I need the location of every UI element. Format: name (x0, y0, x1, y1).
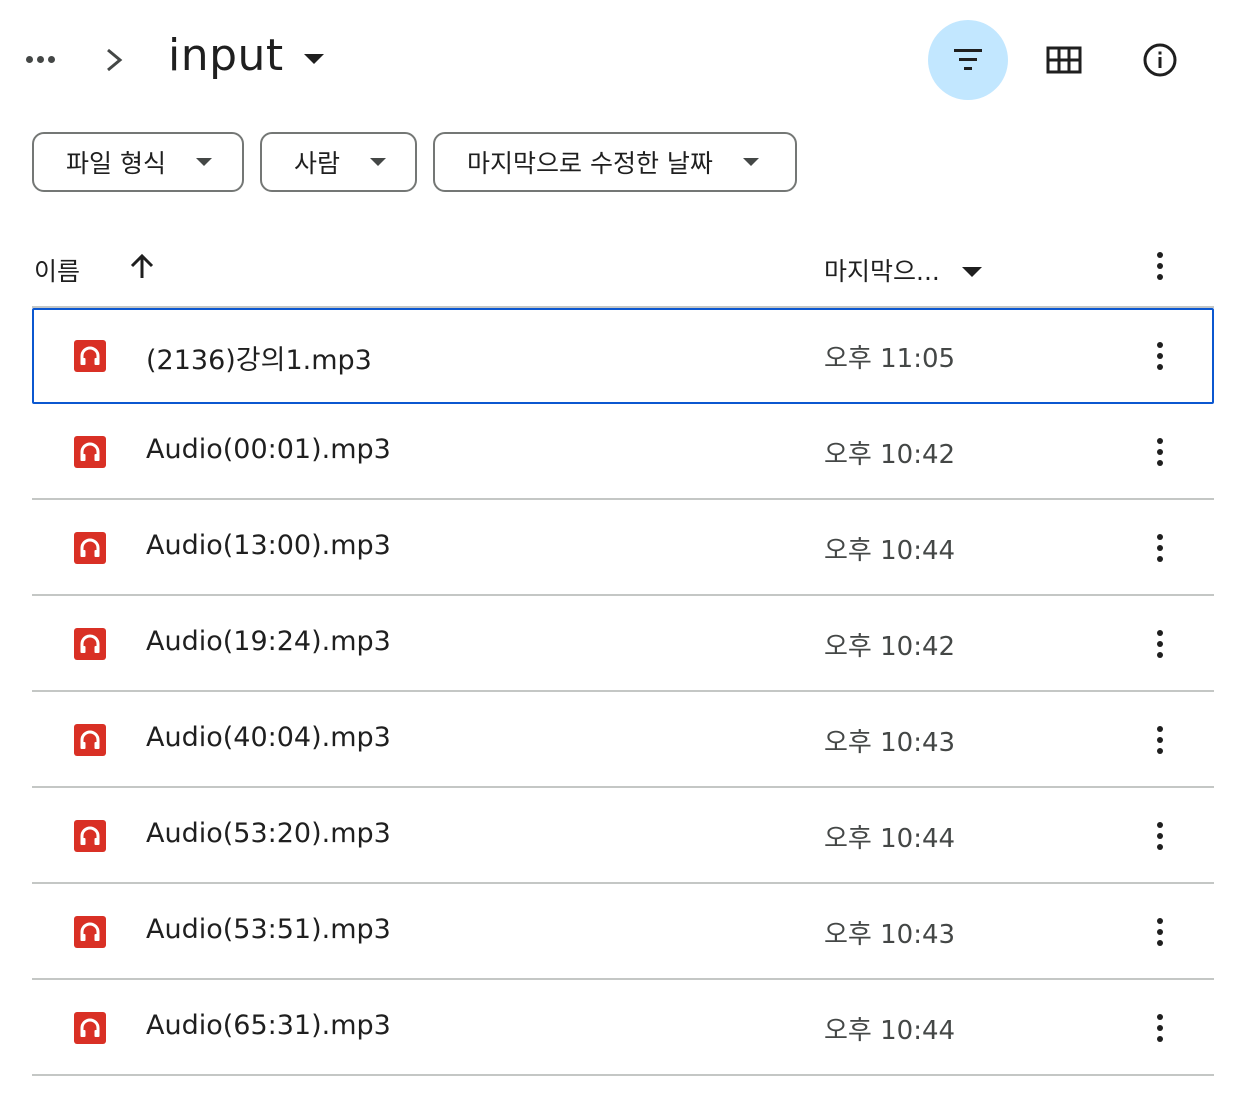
filter-button[interactable] (928, 20, 1008, 100)
audio-file-icon (74, 628, 106, 660)
file-row[interactable]: Audio(53:51).mp3 오후 10:43 (32, 884, 1214, 980)
grid-view-icon (1046, 46, 1082, 74)
more-horiz-icon[interactable] (26, 56, 55, 63)
file-row[interactable]: Audio(13:00).mp3 오후 10:44 (32, 500, 1214, 596)
audio-file-icon (74, 436, 106, 468)
file-row[interactable]: Audio(65:31).mp3 오후 10:44 (32, 980, 1214, 1076)
chevron-right-icon (107, 48, 123, 72)
people-filter-chip[interactable]: 사람 (260, 132, 417, 192)
file-modified-time: 오후 10:44 (824, 1016, 956, 1046)
file-name: Audio(40:04).mp3 (146, 722, 391, 753)
file-row[interactable]: Audio(40:04).mp3 오후 10:43 (32, 692, 1214, 788)
people-filter-label: 사람 (294, 149, 341, 178)
filter-list-icon (954, 49, 982, 70)
file-name: Audio(00:01).mp3 (146, 434, 391, 465)
caret-down-icon (195, 158, 212, 166)
file-name: (2136)강의1.mp3 (146, 345, 372, 376)
folder-title: input (168, 30, 284, 81)
arrow-upward-icon[interactable] (128, 250, 156, 282)
more-vert-icon[interactable] (1140, 528, 1180, 568)
file-name: Audio(19:24).mp3 (146, 626, 391, 657)
more-vert-icon[interactable] (1140, 912, 1180, 952)
caret-down-icon (370, 158, 387, 166)
caret-down-icon (961, 267, 982, 277)
more-vert-icon[interactable] (1140, 720, 1180, 760)
file-modified-time: 오후 10:42 (824, 632, 956, 662)
folder-title-dropdown[interactable]: input (168, 30, 324, 81)
file-list-header: 이름 마지막으... (32, 230, 1214, 308)
file-modified-time: 오후 10:43 (824, 728, 956, 758)
toolbar: input (0, 0, 1244, 120)
more-vert-icon[interactable] (1140, 1008, 1180, 1048)
audio-file-icon (74, 916, 106, 948)
file-modified-time: 오후 10:44 (824, 824, 956, 854)
info-icon (1143, 43, 1177, 77)
file-row[interactable]: (2136)강의1.mp3 오후 11:05 (32, 308, 1214, 404)
filter-chips: 파일 형식 사람 마지막으로 수정한 날짜 (32, 132, 797, 192)
file-name: Audio(53:51).mp3 (146, 914, 391, 945)
info-button[interactable] (1120, 20, 1200, 100)
file-list: (2136)강의1.mp3 오후 11:05 Audio(00:01).mp3 오후 … (32, 308, 1214, 1076)
modified-column-header[interactable]: 마지막으... (824, 252, 982, 288)
more-vert-icon[interactable] (1140, 336, 1180, 376)
file-row[interactable]: Audio(53:20).mp3 오후 10:44 (32, 788, 1214, 884)
file-modified-time: 오후 10:42 (824, 440, 956, 470)
audio-file-icon (74, 820, 106, 852)
audio-file-icon (74, 1012, 106, 1044)
more-vert-icon[interactable] (1140, 624, 1180, 664)
file-name: Audio(53:20).mp3 (146, 818, 391, 849)
modified-filter-chip[interactable]: 마지막으로 수정한 날짜 (433, 132, 797, 192)
audio-file-icon (74, 340, 106, 372)
file-row[interactable]: Audio(00:01).mp3 오후 10:42 (32, 404, 1214, 500)
modified-filter-label: 마지막으로 수정한 날짜 (467, 149, 713, 178)
file-modified-time: 오후 11:05 (824, 344, 956, 374)
name-column-header[interactable]: 이름 (34, 252, 80, 288)
more-vert-icon[interactable] (1140, 246, 1180, 286)
grid-view-button[interactable] (1024, 20, 1104, 100)
file-type-filter-chip[interactable]: 파일 형식 (32, 132, 244, 192)
audio-file-icon (74, 532, 106, 564)
modified-column-label: 마지막으... (824, 257, 940, 286)
caret-down-icon (742, 158, 759, 166)
more-vert-icon[interactable] (1140, 432, 1180, 472)
file-modified-time: 오후 10:44 (824, 536, 956, 566)
audio-file-icon (74, 724, 106, 756)
file-modified-time: 오후 10:43 (824, 920, 956, 950)
caret-down-icon (303, 53, 324, 64)
file-name: Audio(13:00).mp3 (146, 530, 391, 561)
more-vert-icon[interactable] (1140, 816, 1180, 856)
file-name: Audio(65:31).mp3 (146, 1010, 391, 1041)
file-type-filter-label: 파일 형식 (66, 149, 166, 178)
file-row[interactable]: Audio(19:24).mp3 오후 10:42 (32, 596, 1214, 692)
